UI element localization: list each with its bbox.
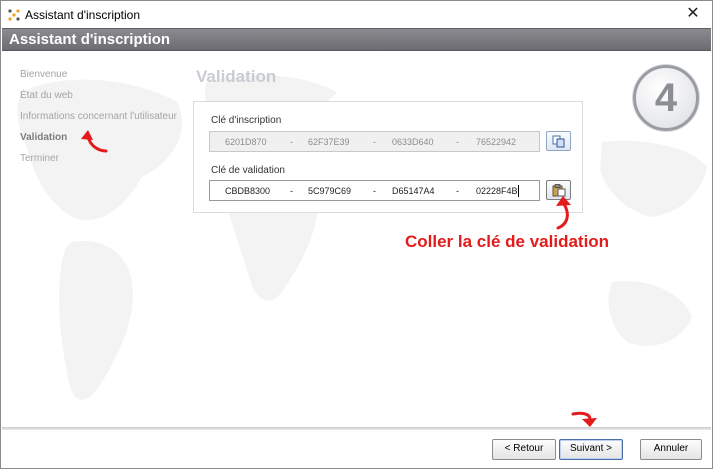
paste-pointer-arrow-icon [556,196,571,230]
validation-key-label: Clé de validation [211,165,285,176]
inscription-key-field: 6201D870 - 62F37E39 - 0633D640 - 7652294… [209,131,540,152]
title-bar: Assistant d'inscription ✕ [1,1,712,28]
key-separator: - [456,137,459,147]
wizard-content: Bienvenue État du web Informations conce… [2,52,711,427]
app-logo-icon [8,9,20,21]
close-button[interactable]: ✕ [682,4,704,24]
key-separator: - [290,186,293,196]
next-pointer-arrow-icon [571,411,597,427]
back-button[interactable]: < Retour [492,439,556,460]
inscription-key-label: Clé d'inscription [211,115,282,126]
paste-instruction-annotation: Coller la clé de validation [405,232,610,251]
text-caret [518,185,519,197]
step-number: 4 [654,76,678,120]
wizard-window: Assistant d'inscription ✕ Assistant d'in… [0,0,713,469]
key-separator: - [373,137,376,147]
sidebar-item-etat-du-web[interactable]: État du web [20,89,182,110]
inscription-key-part: 6201D870 [225,137,267,147]
validation-key-input[interactable]: CBDB8300 - 5C979C69 - D65147A4 - 02228F4… [209,180,540,201]
cancel-button[interactable]: Annuler [640,439,702,460]
close-icon: ✕ [686,5,700,22]
wizard-steps-sidebar: Bienvenue État du web Informations conce… [20,68,182,173]
window-title: Assistant d'inscription [25,8,141,22]
validation-key-part[interactable]: 02228F4B [476,186,518,196]
inscription-key-part: 0633D640 [392,137,434,147]
validation-pointer-arrow-icon [81,130,108,153]
key-separator: - [290,137,293,147]
validation-key-part[interactable]: 5C979C69 [308,186,351,196]
key-separator: - [456,186,459,196]
validation-key-part[interactable]: D65147A4 [392,186,435,196]
sidebar-item-bienvenue[interactable]: Bienvenue [20,68,182,89]
wizard-header: Assistant d'inscription [2,28,711,51]
validation-key-part[interactable]: CBDB8300 [225,186,270,196]
inscription-key-part: 62F37E39 [308,137,350,147]
next-button[interactable]: Suivant > [559,439,623,460]
inscription-key-part: 76522942 [476,137,517,147]
copy-inscription-key-button[interactable] [546,131,571,151]
step-title: Validation [196,67,277,86]
copy-icon [552,135,565,148]
keys-panel: Clé d'inscription 6201D870 - 62F37E39 - … [193,101,583,213]
key-separator: - [373,186,376,196]
step-number-badge: 4 [633,65,699,131]
wizard-footer: < Retour Suivant > Annuler [2,430,711,468]
wizard-header-title: Assistant d'inscription [9,31,171,48]
